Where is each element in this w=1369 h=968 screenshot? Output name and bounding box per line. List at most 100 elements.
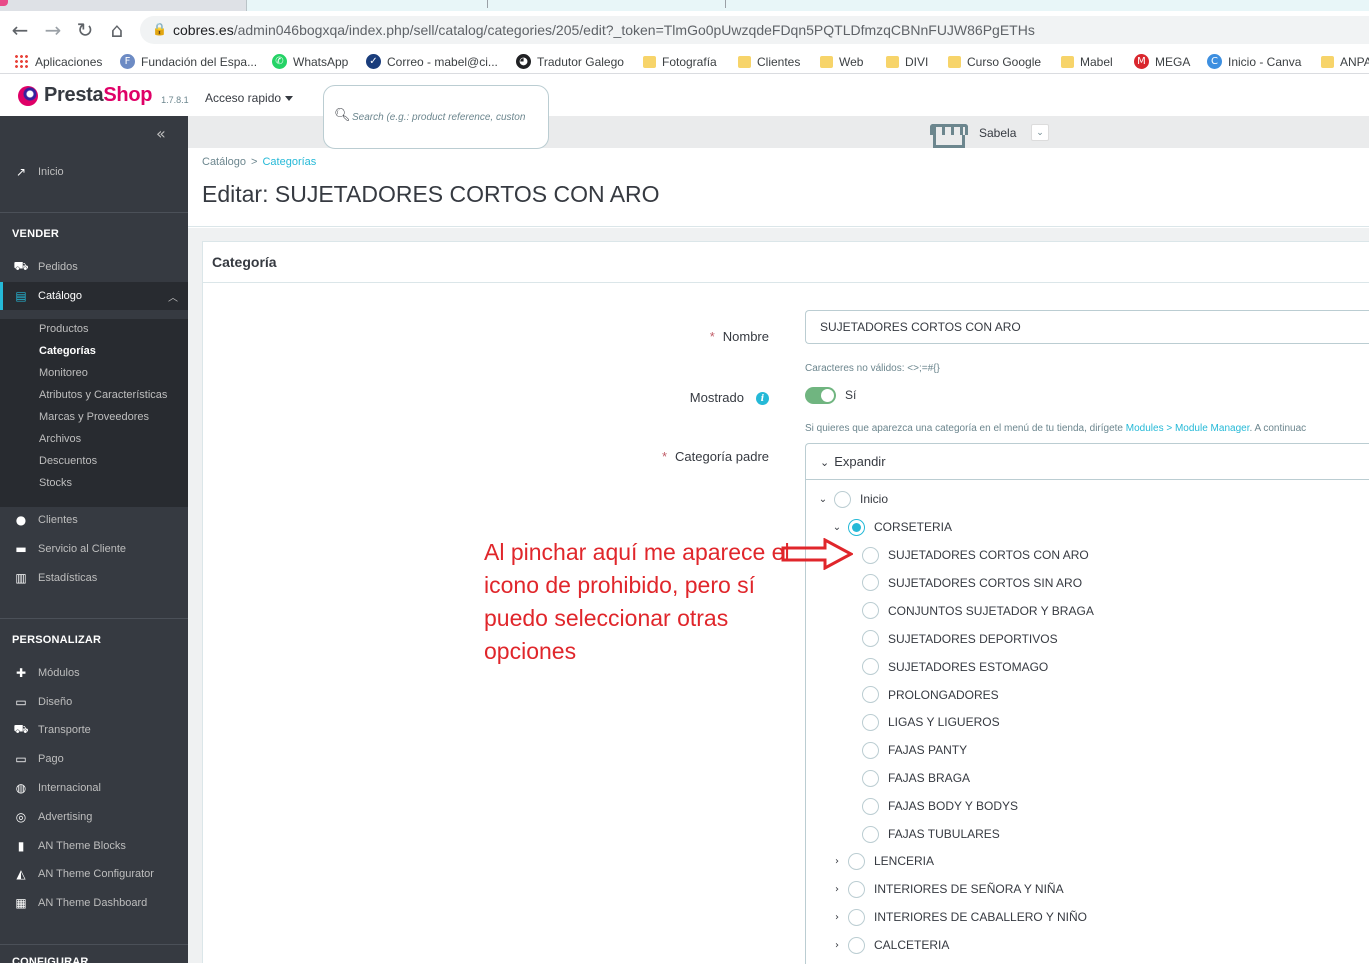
category-radio[interactable] <box>862 713 879 731</box>
sidebar-item-an-theme-blocks[interactable]: ▮ AN Theme Blocks <box>0 835 188 857</box>
user-name[interactable]: Sabela <box>979 126 1016 140</box>
tree-node-child[interactable]: FAJAS BRAGA <box>862 768 970 788</box>
bookmark-item[interactable]: M MEGA <box>1134 53 1190 70</box>
submenu-archivos[interactable]: Archivos <box>39 433 81 445</box>
breadcrumb-categorias[interactable]: Categorías <box>262 156 316 168</box>
folder-icon <box>886 55 899 68</box>
submenu-descuentos[interactable]: Descuentos <box>39 455 97 467</box>
chevron-down-icon[interactable]: ⌄ <box>830 522 844 533</box>
sidebar-item-advertising[interactable]: ◎ Advertising <box>0 806 188 828</box>
bookmark-item[interactable]: ✆ WhatsApp <box>272 53 348 70</box>
nombre-input[interactable] <box>805 310 1369 344</box>
submenu-marcas[interactable]: Marcas y Proveedores <box>39 411 149 423</box>
category-radio[interactable] <box>862 602 879 620</box>
category-radio[interactable] <box>862 741 879 759</box>
tree-node-child[interactable]: SUJETADORES CORTOS SIN ARO <box>862 573 1082 593</box>
bookmark-item[interactable]: F Fundación del Espa... <box>120 53 257 70</box>
chevron-right-icon[interactable]: › <box>830 940 844 951</box>
bookmark-item[interactable]: Fotografía <box>643 53 717 70</box>
tree-node-child[interactable]: FAJAS BODY Y BODYS <box>862 796 1018 816</box>
collapse-sidebar-icon[interactable]: « <box>156 124 166 143</box>
sidebar-item-an-theme-configurator[interactable]: ◭ AN Theme Configurator <box>0 863 188 885</box>
module-manager-link[interactable]: Modules > Module Manager <box>1126 423 1250 434</box>
category-radio[interactable] <box>862 658 879 676</box>
bookmark-item[interactable]: ✓ Correo - mabel@ci... <box>366 53 498 70</box>
bookmark-item[interactable]: Clientes <box>738 53 800 70</box>
category-radio[interactable] <box>848 518 865 536</box>
sidebar-item-diseno[interactable]: ▭ Diseño <box>0 691 188 713</box>
tree-node-child[interactable]: SUJETADORES CORTOS CON ARO <box>862 545 1089 565</box>
sidebar-item-pedidos[interactable]: ⛟ Pedidos <box>0 256 188 278</box>
submenu-categorias[interactable]: Categorías <box>39 345 96 357</box>
tree-node-sibling[interactable]: › INTERIORES DE CABALLERO Y NIÑO <box>830 907 1087 927</box>
submenu-stocks[interactable]: Stocks <box>39 477 72 489</box>
sidebar-item-transporte[interactable]: ⛟ Transporte <box>0 719 188 741</box>
chevron-right-icon[interactable]: › <box>830 884 844 895</box>
category-radio[interactable] <box>848 908 865 926</box>
category-radio[interactable] <box>862 630 879 648</box>
quick-access-dropdown[interactable]: Acceso rapido <box>205 91 294 105</box>
shop-icon[interactable] <box>930 124 970 148</box>
sidebar-item-an-theme-dashboard[interactable]: ▦ AN Theme Dashboard <box>0 892 188 914</box>
sidebar-item-clientes[interactable]: ● Clientes <box>0 509 188 531</box>
sidebar-item-inicio[interactable]: ↗ Inicio <box>0 161 188 183</box>
bookmark-item[interactable]: C Inicio - Canva <box>1207 53 1301 70</box>
breadcrumb-catalogo[interactable]: Catálogo <box>202 156 246 168</box>
back-arrow-icon[interactable]: ← <box>7 17 33 43</box>
chevron-down-icon[interactable]: ⌄ <box>1031 124 1049 141</box>
tree-node-child[interactable]: LIGAS Y LIGUEROS <box>862 712 1000 732</box>
chevron-down-icon[interactable]: ⌄ <box>816 494 830 505</box>
bookmark-item[interactable]: Mabel <box>1061 53 1113 70</box>
sidebar-item-internacional[interactable]: ◍ Internacional <box>0 777 188 799</box>
category-radio[interactable] <box>862 825 879 843</box>
submenu-productos[interactable]: Productos <box>39 323 89 335</box>
category-radio[interactable] <box>862 546 879 564</box>
submenu-atributos[interactable]: Atributos y Características <box>39 389 167 401</box>
bookmark-item[interactable]: ANPA <box>1321 53 1369 70</box>
bookmark-item[interactable]: Curso Google <box>948 53 1041 70</box>
info-icon[interactable]: i <box>756 392 769 406</box>
category-radio[interactable] <box>848 936 865 954</box>
tree-node-sibling[interactable]: › LENCERIA <box>830 851 934 871</box>
tree-node-sibling[interactable]: › INTERIORES DE SEÑORA Y NIÑA <box>830 879 1064 899</box>
expand-all-button[interactable]: ⌄ Expandir <box>806 444 1369 480</box>
mostrado-toggle[interactable] <box>805 387 836 404</box>
category-radio[interactable] <box>848 852 865 870</box>
tree-node-child[interactable]: FAJAS PANTY <box>862 740 967 760</box>
sidebar-item-servicio[interactable]: ▬ Servicio al Cliente <box>0 538 188 560</box>
reload-icon[interactable]: ↻ <box>72 17 98 43</box>
submenu-monitoreo[interactable]: Monitoreo <box>39 367 88 379</box>
tree-node-child[interactable]: CONJUNTOS SUJETADOR Y BRAGA <box>862 601 1094 621</box>
tab-favicon-icon[interactable] <box>0 0 8 6</box>
tree-node-corseteria[interactable]: ⌄ CORSETERIA <box>830 517 952 537</box>
chevron-right-icon[interactable]: › <box>830 856 844 867</box>
tree-node-sibling[interactable]: › CALCETERIA <box>830 935 949 955</box>
search-input[interactable] <box>352 108 540 126</box>
active-tab[interactable] <box>246 0 1369 11</box>
tree-node-child[interactable]: SUJETADORES DEPORTIVOS <box>862 629 1058 649</box>
chevron-right-icon[interactable]: › <box>830 912 844 923</box>
sidebar-item-pago[interactable]: ▭ Pago <box>0 748 188 770</box>
tree-node-child[interactable]: FAJAS TUBULARES <box>862 824 1000 844</box>
category-radio[interactable] <box>834 490 851 508</box>
home-icon[interactable]: ⌂ <box>104 17 130 43</box>
category-radio[interactable] <box>862 686 879 703</box>
search-box[interactable]: 🔍︎ <box>323 85 549 149</box>
bookmark-item[interactable]: Web <box>820 53 863 70</box>
address-bar[interactable]: 🔒 cobres.es/admin046bogxqa/index.php/sel… <box>140 16 1369 44</box>
category-radio[interactable] <box>862 797 879 815</box>
tree-node-inicio[interactable]: ⌄ Inicio <box>816 489 888 509</box>
category-radio[interactable] <box>862 769 879 787</box>
tree-node-child[interactable]: SUJETADORES ESTOMAGO <box>862 657 1048 677</box>
category-radio[interactable] <box>848 880 865 898</box>
bookmark-item[interactable]: Aplicaciones <box>14 53 102 70</box>
bookmark-item[interactable]: DIVI <box>886 53 928 70</box>
prestashop-logo[interactable]: PrestaShop 1.7.8.1 <box>18 84 189 107</box>
category-radio[interactable] <box>862 574 879 592</box>
forward-arrow-icon[interactable]: → <box>40 17 66 43</box>
sidebar-item-catalogo[interactable]: ▤ Catálogo ︿ <box>0 282 188 310</box>
sidebar-item-modulos[interactable]: ✚ Módulos <box>0 662 188 684</box>
bookmark-item[interactable]: ◕ Tradutor Galego <box>516 53 624 70</box>
sidebar-item-estadisticas[interactable]: ▥ Estadísticas <box>0 567 188 589</box>
tree-node-child[interactable]: PROLONGADORES <box>862 685 999 705</box>
